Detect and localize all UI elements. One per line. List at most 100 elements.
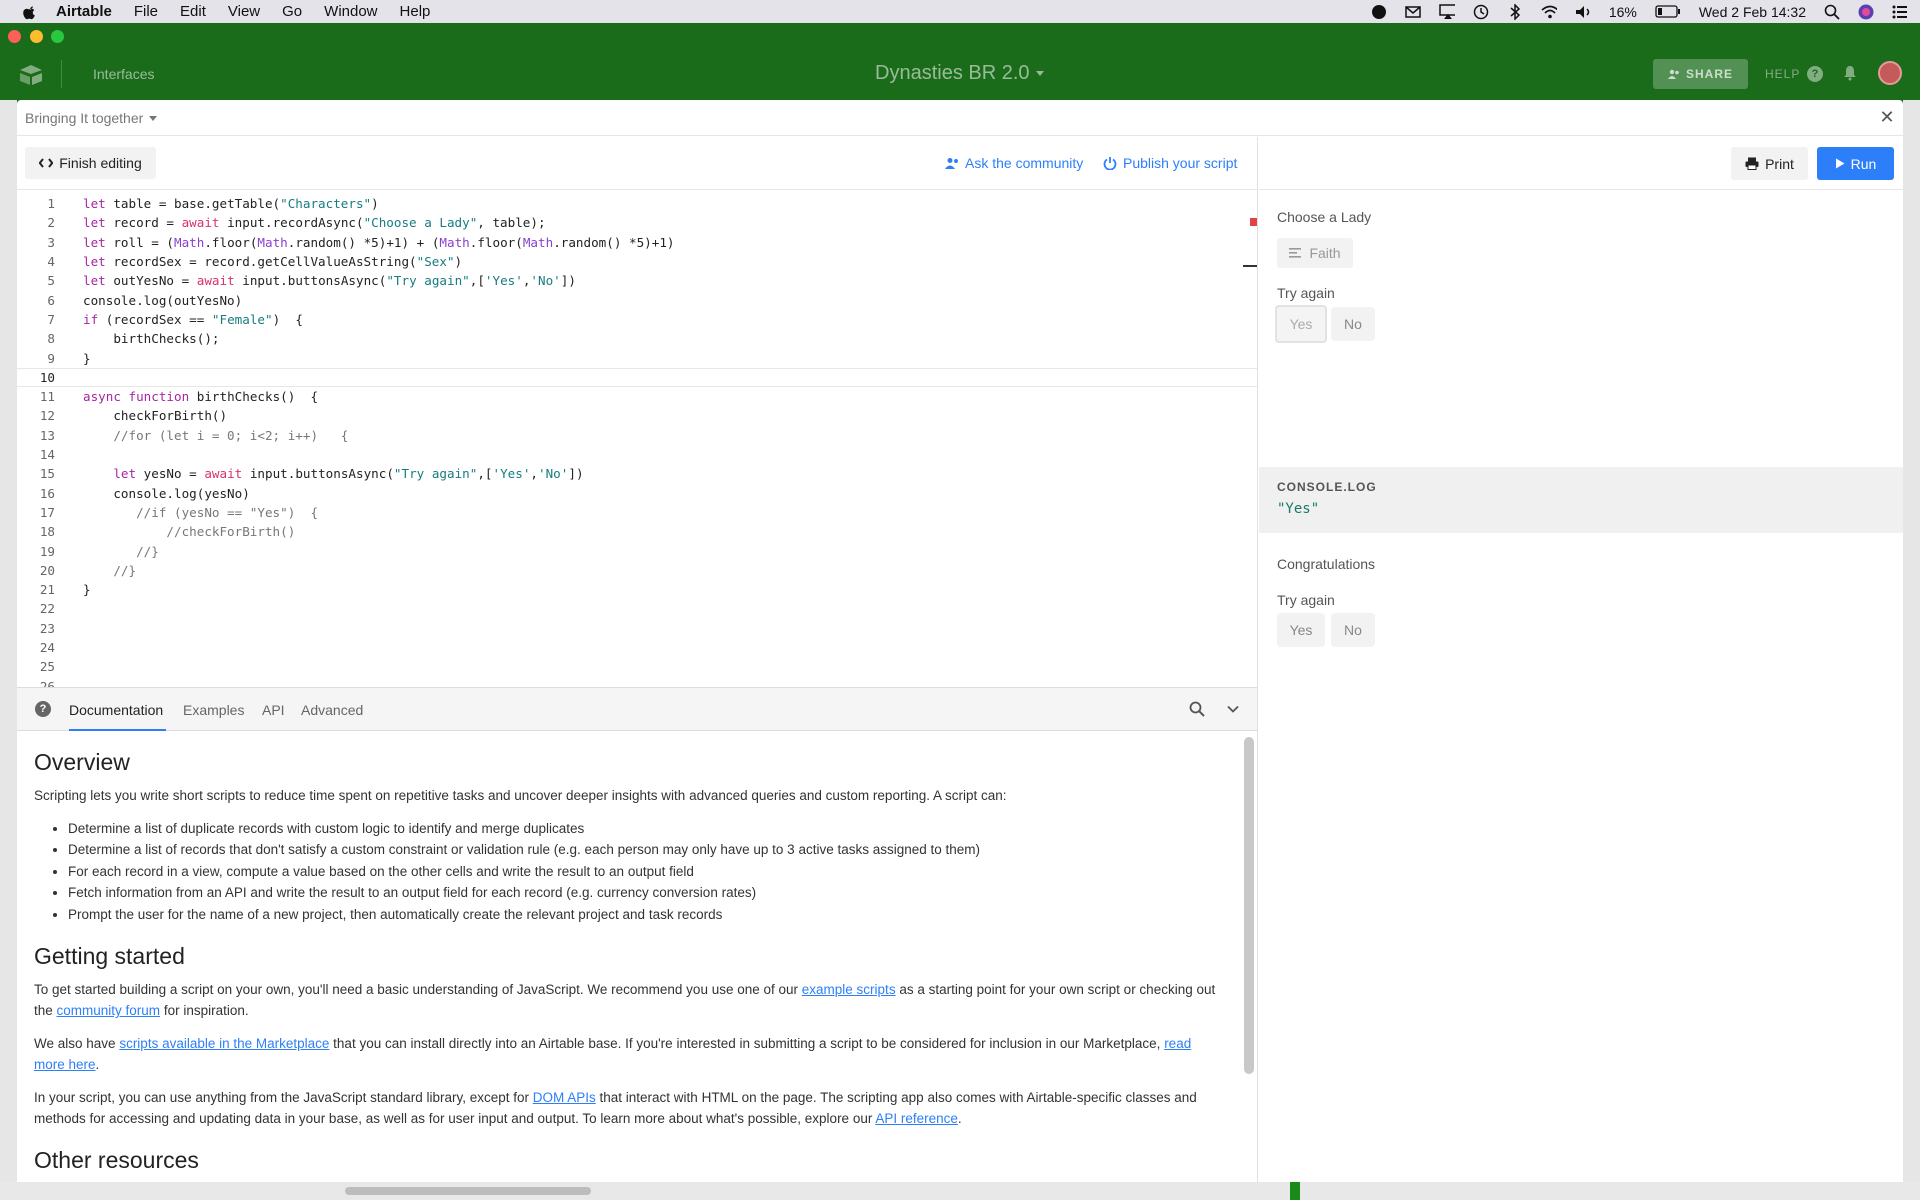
editor-pane: Finish editing Ask the community Publish…: [17, 137, 1258, 1182]
mail-icon[interactable]: [1405, 4, 1421, 20]
window-close-button[interactable]: [8, 30, 21, 43]
no-button[interactable]: No: [1331, 613, 1375, 647]
help-link[interactable]: HELP: [1765, 67, 1800, 81]
tab-examples[interactable]: Examples: [183, 702, 244, 718]
tab-api[interactable]: API: [262, 702, 285, 718]
airplay-icon[interactable]: [1439, 3, 1455, 20]
help-icon[interactable]: ?: [1807, 66, 1823, 82]
line-number: 21: [39, 582, 55, 598]
code-line[interactable]: 4 let recordSex = record.getCellValueAsSt…: [17, 252, 1257, 271]
code-line[interactable]: 16 console.log(yesNo): [17, 484, 1257, 503]
chevron-down-icon[interactable]: [1226, 702, 1240, 716]
menu-go[interactable]: Go: [282, 3, 302, 20]
menu-help[interactable]: Help: [400, 3, 431, 20]
code-line[interactable]: 14: [17, 445, 1257, 464]
code-text: //}: [83, 562, 137, 578]
time-machine-icon[interactable]: [1473, 4, 1489, 20]
menu-app-name[interactable]: Airtable: [56, 3, 112, 20]
wifi-icon[interactable]: [1541, 4, 1557, 20]
yes-button[interactable]: Yes: [1275, 305, 1327, 343]
code-text: let table = base.getTable("Characters"): [83, 196, 379, 212]
code-line[interactable]: 20 //}: [17, 561, 1257, 580]
dom-apis-link[interactable]: DOM APIs: [533, 1090, 596, 1105]
avatar[interactable]: [1878, 61, 1902, 85]
window-zoom-button[interactable]: [51, 30, 64, 43]
menu-window[interactable]: Window: [324, 3, 377, 20]
code-line[interactable]: 5 let outYesNo = await input.buttonsAsync…: [17, 271, 1257, 290]
battery-icon[interactable]: [1655, 4, 1681, 20]
code-line[interactable]: 10: [17, 367, 1257, 387]
menu-edit[interactable]: Edit: [180, 3, 206, 20]
share-button[interactable]: SHARE: [1653, 59, 1748, 89]
siri-icon[interactable]: [1858, 4, 1874, 20]
other-resources-heading: Other resources: [34, 1147, 199, 1174]
editor-toolbar: Finish editing Ask the community Publish…: [17, 137, 1257, 190]
console-log-output: CONSOLE.LOG "Yes": [1259, 467, 1903, 533]
menu-view[interactable]: View: [228, 3, 260, 20]
script-name-dropdown[interactable]: Bringing It together: [25, 110, 158, 126]
marketplace-link[interactable]: scripts available in the Marketplace: [119, 1036, 329, 1051]
finish-editing-button[interactable]: Finish editing: [25, 147, 156, 179]
tab-advanced[interactable]: Advanced: [301, 702, 363, 718]
code-line[interactable]: 18 //checkForBirth(): [17, 522, 1257, 541]
overview-heading: Overview: [34, 749, 130, 775]
ask-community-link[interactable]: Ask the community: [945, 155, 1083, 171]
interfaces-link[interactable]: Interfaces: [93, 66, 154, 82]
code-line[interactable]: 1 let table = base.getTable("Characters"): [17, 194, 1257, 213]
horizontal-scrollbar[interactable]: [345, 1187, 591, 1195]
code-text: if (recordSex == "Female") {: [83, 311, 303, 327]
base-name[interactable]: Dynasties BR 2.0: [875, 62, 1044, 85]
print-button[interactable]: Print: [1731, 147, 1808, 180]
volume-icon[interactable]: [1575, 4, 1591, 20]
bell-icon[interactable]: [1842, 65, 1858, 81]
code-line[interactable]: 21}: [17, 580, 1257, 599]
no-button[interactable]: No: [1331, 307, 1375, 341]
code-line[interactable]: 6 console.log(outYesNo): [17, 291, 1257, 310]
code-line[interactable]: 17 //if (yesNo == "Yes") {: [17, 503, 1257, 522]
code-line[interactable]: 23: [17, 619, 1257, 638]
chevron-down-icon: [149, 116, 158, 122]
tab-documentation[interactable]: Documentation: [69, 702, 163, 718]
publish-script-link[interactable]: Publish your script: [1103, 155, 1237, 171]
spotlight-icon[interactable]: [1824, 4, 1840, 20]
code-line[interactable]: 25: [17, 657, 1257, 676]
clock[interactable]: Wed 2 Feb 14:32: [1699, 4, 1806, 20]
airtable-logo-icon[interactable]: [18, 64, 44, 86]
code-line[interactable]: 13 //for (let i = 0; i<2; i++) {: [17, 426, 1257, 445]
list-item: For each record in a view, compute a val…: [68, 861, 1221, 882]
code-line[interactable]: 8 birthChecks();: [17, 329, 1257, 348]
code-line[interactable]: 2 let record = await input.recordAsync("C…: [17, 213, 1257, 232]
bluetooth-icon[interactable]: [1507, 3, 1523, 20]
run-button[interactable]: Run: [1817, 147, 1894, 180]
control-center-icon[interactable]: [1892, 4, 1908, 20]
close-icon[interactable]: ✕: [1879, 108, 1895, 126]
window-minimize-button[interactable]: [30, 30, 43, 43]
docs-scrollbar[interactable]: [1244, 737, 1254, 1074]
code-line[interactable]: 26: [17, 677, 1257, 687]
code-text: //checkForBirth(): [83, 524, 296, 540]
code-line[interactable]: 11 async function birthChecks() {: [17, 387, 1257, 406]
menu-file[interactable]: File: [134, 3, 158, 20]
code-line[interactable]: 3 let roll = (Math.floor(Math.random() *5…: [17, 233, 1257, 252]
header-divider: [61, 60, 62, 88]
community-forum-link[interactable]: community forum: [57, 1003, 161, 1018]
code-line[interactable]: 12 checkForBirth(): [17, 406, 1257, 425]
yes-button[interactable]: Yes: [1277, 613, 1325, 647]
search-icon[interactable]: [1189, 701, 1205, 717]
code-line[interactable]: 7 if (recordSex == "Female") {: [17, 310, 1257, 329]
code-line[interactable]: 9}: [17, 348, 1257, 367]
status-area: 16% Wed 2 Feb 14:32: [1371, 0, 1908, 23]
documentation-content: Overview Scripting lets you write short …: [17, 731, 1241, 1182]
apple-icon[interactable]: [20, 4, 40, 20]
code-line[interactable]: 19 //}: [17, 541, 1257, 560]
example-scripts-link[interactable]: example scripts: [802, 982, 896, 997]
code-line[interactable]: 24: [17, 638, 1257, 657]
users-icon: [1667, 69, 1679, 79]
code-editor[interactable]: 1 let table = base.getTable("Characters")…: [17, 191, 1257, 687]
line-number: 18: [39, 524, 55, 540]
code-line[interactable]: 22: [17, 599, 1257, 618]
record-icon[interactable]: [1371, 4, 1387, 20]
help-icon[interactable]: ?: [35, 701, 51, 717]
code-line[interactable]: 15 let yesNo = await input.buttonsAsync(…: [17, 464, 1257, 483]
api-reference-link[interactable]: API reference: [875, 1111, 958, 1126]
